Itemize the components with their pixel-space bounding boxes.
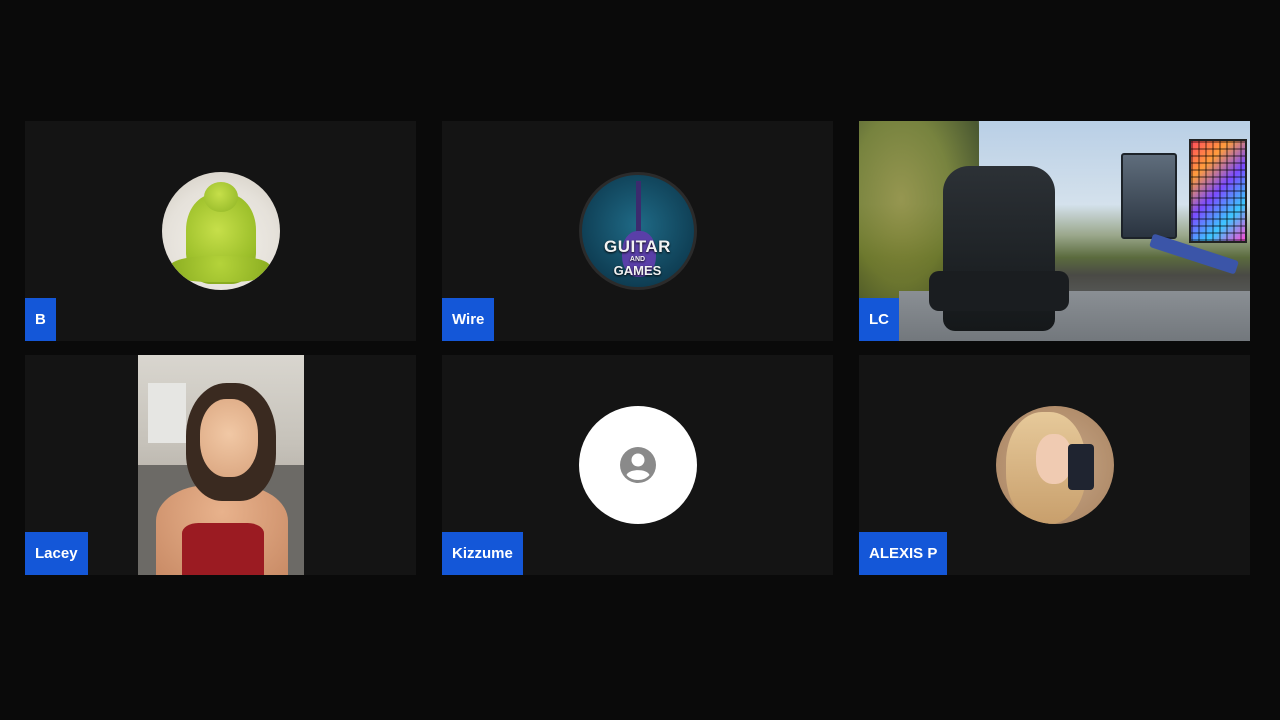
video-person-top <box>182 523 264 575</box>
participant-name-badge: Wire <box>442 298 495 341</box>
avatar-phone <box>1067 444 1094 490</box>
participant-tile-alexis-p[interactable]: ALEXIS P <box>859 355 1250 575</box>
participant-tile-lacey[interactable]: Lacey <box>25 355 416 575</box>
participant-video-feed <box>859 121 1250 341</box>
video-person-face <box>200 399 258 477</box>
logo-text-line-1: GUITAR <box>604 237 671 256</box>
video-led-panel <box>1189 139 1247 243</box>
participant-avatar <box>578 406 697 524</box>
avatar-figure-legs <box>169 256 270 282</box>
participant-avatar <box>161 172 280 290</box>
avatar-figure-head <box>203 182 238 212</box>
participant-tile-b[interactable]: B <box>25 121 416 341</box>
participant-tile-kizzume[interactable]: Kizzume <box>442 355 833 575</box>
logo-text-line-2: AND <box>629 256 646 263</box>
participant-tile-lc[interactable]: LC <box>859 121 1250 341</box>
user-icon <box>619 447 656 483</box>
participant-name-badge: LC <box>859 298 899 341</box>
participant-name-badge: Kizzume <box>442 532 523 575</box>
video-call-grid: B GUITAR AND GAMES Wire LC Lacey Kizzume… <box>0 0 1280 720</box>
participant-name-badge: ALEXIS P <box>859 532 948 575</box>
participant-name-badge: Lacey <box>25 532 88 575</box>
video-chair-seat <box>929 271 1069 311</box>
logo-text-line-3: GAMES <box>613 263 662 278</box>
video-monitor <box>1121 153 1177 239</box>
participant-tile-wire[interactable]: GUITAR AND GAMES Wire <box>442 121 833 341</box>
participant-video-feed <box>138 355 304 575</box>
avatar-face <box>1035 434 1072 484</box>
participant-avatar: GUITAR AND GAMES <box>578 172 697 290</box>
participant-name-badge: B <box>25 298 56 341</box>
participant-avatar <box>995 406 1114 524</box>
video-window <box>148 383 186 443</box>
